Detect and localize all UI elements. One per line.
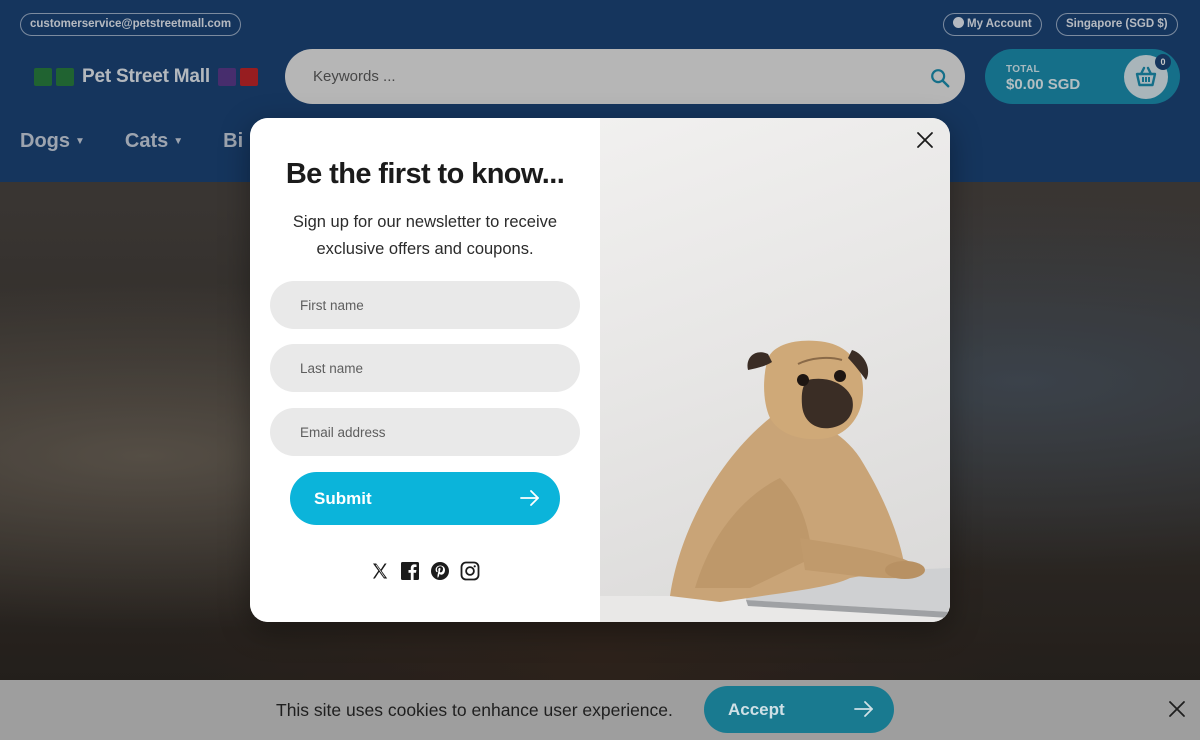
x-icon[interactable] <box>370 561 390 581</box>
social-links <box>370 561 480 581</box>
email-field <box>270 408 580 456</box>
last-name-input[interactable] <box>270 344 580 392</box>
arrow-right-icon <box>520 490 539 506</box>
pinterest-icon[interactable] <box>430 561 450 581</box>
submit-label: Submit <box>314 489 372 508</box>
close-icon[interactable] <box>1167 699 1187 719</box>
modal-subtitle: Sign up for our newsletter to receive ex… <box>292 213 558 258</box>
accept-button[interactable]: Accept <box>704 686 894 733</box>
email-input[interactable] <box>270 408 580 456</box>
first-name-field <box>270 281 580 329</box>
arrow-right-icon <box>854 701 873 717</box>
accept-label: Accept <box>728 700 785 719</box>
cookie-message: This site uses cookies to enhance user e… <box>276 700 673 720</box>
modal-title: Be the first to know... <box>285 158 565 190</box>
modal-form-panel: Be the first to know... Sign up for our … <box>250 118 600 622</box>
cookie-banner: This site uses cookies to enhance user e… <box>0 680 1200 740</box>
submit-button[interactable]: Submit <box>290 472 560 525</box>
close-icon[interactable] <box>915 130 935 150</box>
last-name-field <box>270 344 580 392</box>
facebook-icon[interactable] <box>400 561 420 581</box>
pug-illustration <box>600 340 950 622</box>
instagram-icon[interactable] <box>460 561 480 581</box>
first-name-input[interactable] <box>270 281 580 329</box>
pug-laptop-image <box>600 118 950 622</box>
newsletter-modal: Be the first to know... Sign up for our … <box>250 118 950 622</box>
